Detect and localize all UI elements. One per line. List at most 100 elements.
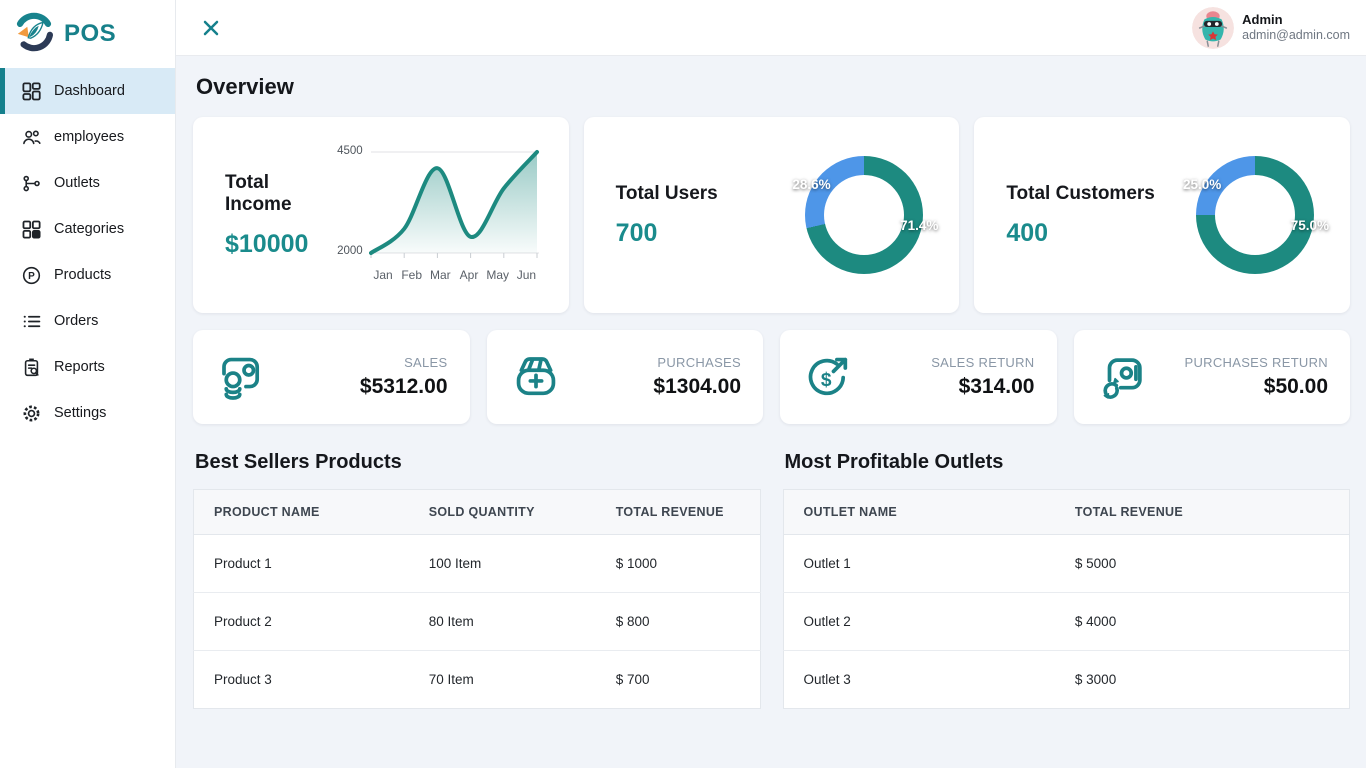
total-users-card: Total Users 700 28.6% 71.4% [584, 117, 960, 313]
user-name: Admin [1242, 12, 1350, 28]
card-title: Total Income [225, 172, 331, 216]
table-cell: 100 Item [409, 535, 596, 593]
section-title: Best Sellers Products [195, 451, 761, 474]
monster-avatar [1192, 7, 1234, 49]
x-tick: Feb [397, 268, 426, 282]
pos-logo-icon [13, 11, 55, 58]
users-donut-chart: 28.6% 71.4% [805, 156, 923, 274]
people-icon [21, 127, 41, 147]
table-row: Outlet 3 $ 3000 [783, 651, 1350, 709]
svg-text:P: P [28, 271, 35, 282]
table-cell: 70 Item [409, 651, 596, 709]
x-tick: Mar [426, 268, 455, 282]
best-sellers-table: PRODUCT NAME SOLD QUANTITY TOTAL REVENUE… [193, 489, 761, 709]
sidebar-item-employees[interactable]: employees [0, 114, 175, 160]
report-search-icon [21, 357, 41, 377]
card-value: 400 [1006, 219, 1155, 248]
sidebar-item-label: Outlets [54, 175, 100, 191]
total-income-card: Total Income $10000 4500 2000 [193, 117, 569, 313]
donut-label: 28.6% [792, 177, 830, 192]
table-cell: $ 3000 [1055, 651, 1350, 709]
main-column: Admin admin@admin.com Overview Total Inc… [176, 0, 1366, 768]
gear-icon [21, 403, 41, 423]
summary-cards-row: Total Income $10000 4500 2000 [193, 117, 1350, 313]
stat-value: $50.00 [1185, 375, 1328, 399]
wallet-coins-icon [215, 350, 269, 404]
brand-logo[interactable]: POS [0, 0, 175, 68]
table-cell: $ 4000 [1055, 593, 1350, 651]
x-tick: Jan [369, 268, 398, 282]
customers-donut-chart: 25.0% 75.0% [1196, 156, 1314, 274]
wallet-refresh-icon [1096, 350, 1150, 404]
table-cell: 80 Item [409, 593, 596, 651]
donut-label: 71.4% [900, 218, 938, 233]
x-tick: May [483, 268, 512, 282]
sidebar-item-dashboard[interactable]: Dashboard [0, 68, 175, 114]
table-row: Product 1 100 Item $ 1000 [194, 535, 761, 593]
sales-return-stat-card: $ SALES RETURN $314.00 [780, 330, 1057, 424]
bag-plus-icon [509, 350, 563, 404]
user-menu[interactable]: Admin admin@admin.com [1192, 7, 1350, 49]
svg-text:$: $ [821, 370, 832, 391]
stat-label: PURCHASES RETURN [1185, 355, 1328, 370]
table-header-row: OUTLET NAME TOTAL REVENUE [783, 490, 1350, 535]
table-row: Outlet 2 $ 4000 [783, 593, 1350, 651]
column-header: TOTAL REVENUE [596, 490, 760, 535]
table-cell: $ 800 [596, 593, 760, 651]
table-header-row: PRODUCT NAME SOLD QUANTITY TOTAL REVENUE [194, 490, 761, 535]
table-cell: Outlet 2 [783, 593, 1055, 651]
donut-hole [824, 175, 904, 255]
table-row: Outlet 1 $ 5000 [783, 535, 1350, 593]
table-cell: Product 1 [194, 535, 409, 593]
table-cell: Outlet 3 [783, 651, 1055, 709]
stat-value: $1304.00 [653, 375, 741, 399]
table-cell: $ 1000 [596, 535, 760, 593]
sidebar: POS Dashboard employees [0, 0, 176, 768]
table-cell: $ 5000 [1055, 535, 1350, 593]
sidebar-item-label: Settings [54, 405, 106, 421]
sidebar-item-label: Categories [54, 221, 124, 237]
table-cell: Product 2 [194, 593, 409, 651]
p-circle-icon: P [21, 265, 41, 285]
table-cell: Product 3 [194, 651, 409, 709]
sidebar-item-outlets[interactable]: Outlets [0, 160, 175, 206]
card-title: Total Customers [1006, 183, 1155, 205]
column-header: PRODUCT NAME [194, 490, 409, 535]
brand-name: POS [64, 20, 116, 48]
sidebar-item-label: Dashboard [54, 83, 125, 99]
sidebar-item-reports[interactable]: Reports [0, 344, 175, 390]
sidebar-item-label: Products [54, 267, 111, 283]
donut-label: 75.0% [1291, 218, 1329, 233]
y-axis-tick: 2000 [331, 245, 363, 257]
categories-grid-icon [21, 219, 41, 239]
stat-label: SALES [360, 355, 448, 370]
sidebar-item-orders[interactable]: Orders [0, 298, 175, 344]
stat-value: $314.00 [931, 375, 1034, 399]
sidebar-item-products[interactable]: P Products [0, 252, 175, 298]
column-header: SOLD QUANTITY [409, 490, 596, 535]
dashboard-grid-icon [21, 81, 41, 101]
table-cell: $ 700 [596, 651, 760, 709]
sidebar-item-label: employees [54, 129, 124, 145]
x-tick: Jun [512, 268, 541, 282]
profitable-outlets-table: OUTLET NAME TOTAL REVENUE Outlet 1 $ 500… [783, 489, 1351, 709]
stat-cards-row: SALES $5312.00 PURCHASES $1304.00 [193, 330, 1350, 424]
table-cell: Outlet 1 [783, 535, 1055, 593]
topbar: Admin admin@admin.com [176, 0, 1366, 56]
table-row: Product 2 80 Item $ 800 [194, 593, 761, 651]
card-title: Total Users [616, 183, 718, 205]
purchases-return-stat-card: PURCHASES RETURN $50.00 [1074, 330, 1351, 424]
area-chart-svg [369, 149, 541, 261]
x-axis-labels: Jan Feb Mar Apr May Jun [369, 268, 541, 282]
list-icon [21, 311, 41, 331]
table-row: Product 3 70 Item $ 700 [194, 651, 761, 709]
user-email: admin@admin.com [1242, 28, 1350, 44]
sidebar-item-categories[interactable]: Categories [0, 206, 175, 252]
best-sellers-section: Best Sellers Products PRODUCT NAME SOLD … [193, 451, 761, 709]
sidebar-item-settings[interactable]: Settings [0, 390, 175, 436]
stat-label: SALES RETURN [931, 355, 1034, 370]
close-icon[interactable] [198, 15, 224, 41]
sidebar-nav: Dashboard employees Outlets [0, 68, 175, 436]
page-title: Overview [196, 74, 1350, 100]
tables-row: Best Sellers Products PRODUCT NAME SOLD … [193, 451, 1350, 709]
